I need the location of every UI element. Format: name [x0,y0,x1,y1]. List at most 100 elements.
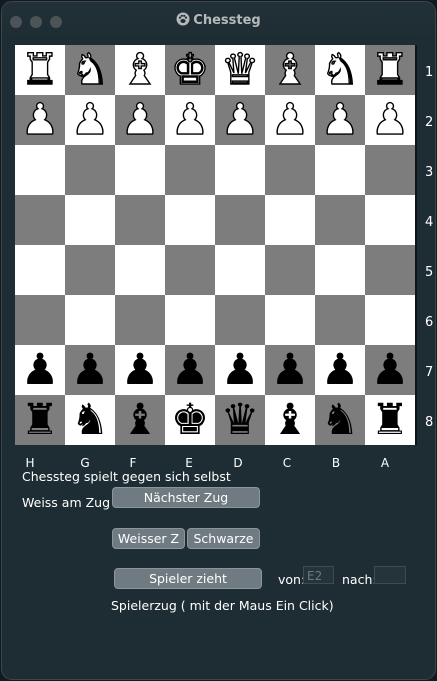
black-chess-piece[interactable]: ♟ [21,345,60,395]
board-square[interactable]: ♟ [65,345,115,395]
black-chess-piece[interactable]: ♜ [21,395,60,445]
white-chess-piece[interactable]: ♟ [70,94,110,145]
board-square[interactable] [15,145,65,195]
black-chess-piece[interactable]: ♞ [321,395,360,445]
board-square[interactable]: ♟ [265,345,315,395]
board-square[interactable]: ♟ [315,94,365,146]
board-square[interactable] [265,245,315,295]
board-square[interactable] [65,245,115,295]
board-square[interactable]: ♞ [65,395,115,445]
board-square[interactable] [215,195,265,245]
white-chess-piece[interactable]: ♝ [270,44,310,95]
board-square[interactable]: ♝ [115,395,165,445]
next-move-button[interactable]: Nächster Zug [112,487,260,508]
board-square[interactable]: ♜ [365,395,415,445]
board-square[interactable] [15,295,65,345]
board-square[interactable] [365,195,415,245]
board-square[interactable]: ♟ [115,345,165,395]
black-chess-piece[interactable]: ♟ [171,345,210,395]
to-field[interactable] [374,566,406,584]
board-square[interactable]: ♞ [315,395,365,445]
white-chess-piece[interactable]: ♞ [320,44,360,95]
board-square[interactable]: ♜ [15,44,65,96]
board-square[interactable]: ♜ [15,395,65,445]
board-square[interactable] [315,245,365,295]
board-square[interactable]: ♞ [315,44,365,96]
board-square[interactable]: ♟ [365,345,415,395]
board-square[interactable] [115,295,165,345]
board-square[interactable] [315,195,365,245]
board-square[interactable] [265,195,315,245]
board-square[interactable]: ♟ [215,94,265,146]
black-chess-piece[interactable]: ♞ [71,395,110,445]
white-chess-piece[interactable]: ♟ [370,94,410,145]
board-square[interactable] [165,145,215,195]
board-square[interactable] [65,145,115,195]
board-square[interactable] [265,295,315,345]
board-square[interactable] [115,145,165,195]
black-chess-piece[interactable]: ♟ [71,345,110,395]
white-chess-piece[interactable]: ♟ [270,94,310,145]
black-chess-piece[interactable]: ♟ [121,345,160,395]
board-square[interactable]: ♜ [365,44,415,96]
board-square[interactable] [265,145,315,195]
board-square[interactable] [215,145,265,195]
board-square[interactable] [315,295,365,345]
white-chess-piece[interactable]: ♟ [220,94,260,145]
board-square[interactable] [65,195,115,245]
white-button[interactable]: Weisser Z [112,528,185,549]
black-button[interactable]: Schwarze [187,528,260,549]
white-chess-piece[interactable]: ♟ [320,94,360,145]
black-chess-piece[interactable]: ♟ [371,345,410,395]
player-moves-button[interactable]: Spieler zieht [114,568,262,589]
black-chess-piece[interactable]: ♝ [121,395,160,445]
board-square[interactable]: ♛ [215,395,265,445]
board-square[interactable]: ♟ [365,94,415,146]
white-chess-piece[interactable]: ♞ [70,44,110,95]
board-square[interactable] [365,245,415,295]
board-square[interactable] [115,245,165,295]
from-field[interactable]: E2 [303,566,334,584]
board-square[interactable] [165,195,215,245]
board-square[interactable]: ♟ [265,94,315,146]
white-chess-piece[interactable]: ♜ [370,44,410,95]
black-chess-piece[interactable]: ♚ [171,395,210,445]
board-square[interactable]: ♝ [115,44,165,96]
board-square[interactable] [215,295,265,345]
black-chess-piece[interactable]: ♟ [321,345,360,395]
board-square[interactable] [15,245,65,295]
chess-board[interactable]: ♜ ♞ ♝ ♚ ♛ ♝ ♞ ♜ ♟ ♟ ♟ ♟ ♟ ♟ ♟ ♟ ♟ ♟ ♟ ♟ ♟ ♟ ♟ ♟ ♜ ♞ ♝ ♚ ♛ ♝ ♞ ♜ [15,44,417,445]
board-square[interactable] [65,295,115,345]
board-square[interactable]: ♟ [15,345,65,395]
board-square[interactable]: ♟ [15,94,65,146]
board-square[interactable] [165,295,215,345]
white-chess-piece[interactable]: ♜ [20,44,60,95]
white-chess-piece[interactable]: ♟ [20,94,60,145]
board-square[interactable] [365,295,415,345]
title-bar[interactable]: Chessteg [2,2,435,38]
board-square[interactable] [165,245,215,295]
white-chess-piece[interactable]: ♝ [120,44,160,95]
board-square[interactable] [15,195,65,245]
black-chess-piece[interactable]: ♟ [271,345,310,395]
white-chess-piece[interactable]: ♟ [170,94,210,145]
board-square[interactable]: ♛ [215,44,265,96]
board-square[interactable]: ♚ [165,44,215,96]
board-square[interactable] [215,245,265,295]
black-chess-piece[interactable]: ♟ [221,345,260,395]
board-square[interactable]: ♚ [165,395,215,445]
white-chess-piece[interactable]: ♛ [220,44,260,95]
board-square[interactable]: ♝ [265,44,315,96]
board-square[interactable]: ♟ [165,94,215,146]
black-chess-piece[interactable]: ♜ [371,395,410,445]
black-chess-piece[interactable]: ♝ [271,395,310,445]
board-square[interactable] [115,195,165,245]
board-square[interactable]: ♟ [115,94,165,146]
board-square[interactable] [315,145,365,195]
board-square[interactable]: ♟ [215,345,265,395]
white-chess-piece[interactable]: ♚ [170,44,210,95]
board-square[interactable]: ♝ [265,395,315,445]
board-square[interactable] [365,145,415,195]
black-chess-piece[interactable]: ♛ [221,395,260,445]
board-square[interactable]: ♟ [315,345,365,395]
